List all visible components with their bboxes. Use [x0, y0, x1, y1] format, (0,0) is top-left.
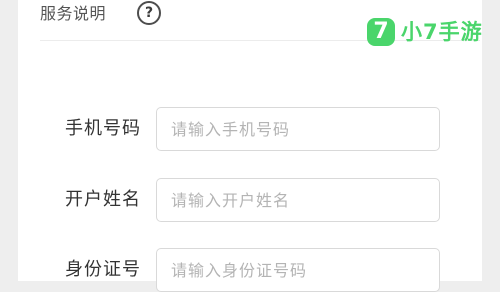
help-icon[interactable]: ? — [137, 1, 161, 25]
account-name-input[interactable] — [156, 178, 440, 222]
phone-label: 手机号码 — [65, 118, 141, 139]
id-number-input[interactable] — [156, 248, 440, 292]
logo-text: 小7手游 — [401, 20, 483, 44]
account-name-row: 开户姓名 — [18, 178, 482, 222]
phone-input[interactable] — [156, 107, 440, 151]
phone-row: 手机号码 — [18, 107, 482, 151]
logo-mark-icon: 7 — [367, 18, 395, 46]
id-number-row: 身份证号 — [18, 248, 482, 292]
service-description-title: 服务说明 — [40, 4, 107, 23]
id-number-label: 身份证号 — [65, 259, 141, 280]
account-name-label: 开户姓名 — [65, 189, 141, 210]
